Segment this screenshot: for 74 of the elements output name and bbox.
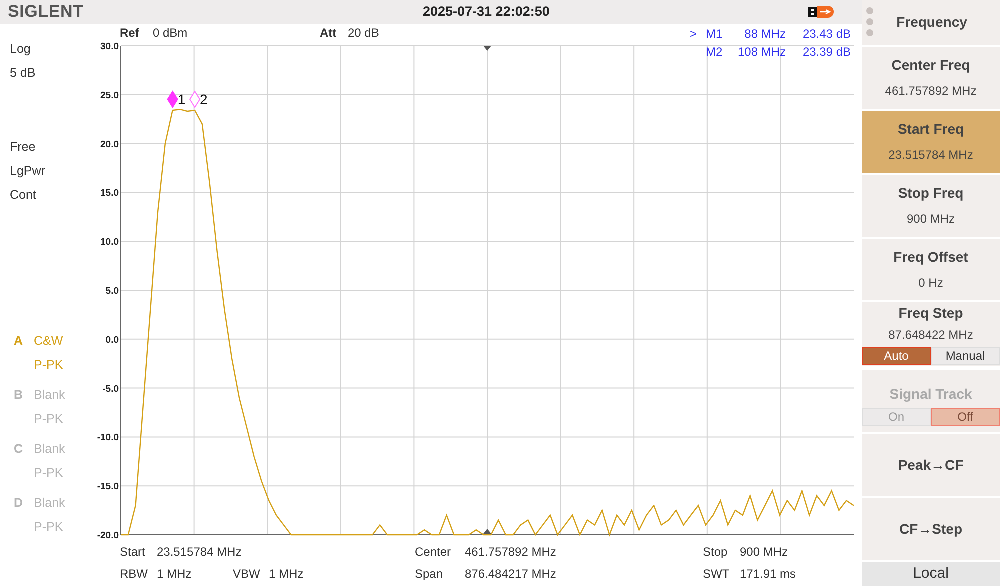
sweep-time-value: 171.91 ms (740, 566, 796, 583)
center-value: 461.757892 MHz (465, 544, 556, 561)
vbw-label: VBW (233, 566, 262, 583)
marker-amplitude: 23.39 dB (802, 44, 851, 61)
softkey-label: Signal Track (888, 385, 974, 404)
axis-label: 0.0 (106, 334, 119, 346)
sweep-time-label: SWT (703, 566, 731, 583)
active-marker-pointer: > (690, 26, 698, 43)
trace-type: Blank (34, 387, 66, 404)
option-button[interactable]: Auto (862, 347, 931, 366)
softkey-button[interactable]: CF→Step (862, 498, 1000, 560)
span-label: Span (415, 566, 444, 583)
more-options-icon[interactable] (866, 7, 874, 38)
marker-name: M1 (706, 26, 724, 43)
attenuation-value: 20 dB (348, 25, 380, 42)
ref-label: Ref (120, 25, 140, 42)
option-button[interactable]: Manual (931, 347, 1000, 366)
marker-label: 1 (178, 92, 186, 108)
trace-type: Blank (34, 441, 66, 458)
center-marker-icon (484, 529, 492, 534)
trace-letter: C (14, 441, 24, 458)
start-value: 23.515784 MHz (157, 544, 242, 561)
trace-letter: B (14, 387, 24, 404)
axis-label: 20.0 (100, 139, 119, 150)
trace-detector: P-PK (34, 411, 64, 428)
remote-status: Local (862, 562, 1000, 586)
trace-detector: P-PK (34, 357, 64, 374)
menu-title: Frequency (896, 12, 968, 32)
vbw-value: 1 MHz (269, 566, 304, 583)
marker-frequency: 88 MHz (744, 26, 786, 43)
axis-label: 10.0 (100, 237, 119, 248)
span-value: 876.484217 MHz (465, 566, 556, 583)
axis-label: 5.0 (106, 286, 119, 297)
axis-label: -10.0 (97, 432, 119, 444)
stop-label: Stop (703, 544, 729, 561)
trace-letter: A (14, 333, 24, 350)
axis-label: -15.0 (97, 482, 119, 493)
trace-letter: D (14, 495, 24, 512)
center-label: Center (415, 544, 452, 561)
usb-icon (808, 5, 834, 19)
trace-type: C&W (34, 333, 64, 350)
trace-detector: P-PK (34, 465, 64, 482)
marker-name: M2 (706, 44, 724, 61)
axis-label: 15.0 (100, 188, 119, 200)
logo: SIGLENT (7, 2, 84, 22)
trigger-label: Free (10, 139, 37, 156)
center-marker-icon (484, 46, 492, 51)
axis-label: -20.0 (97, 530, 119, 540)
trace-type: Blank (34, 495, 66, 512)
rbw-value: 1 MHz (157, 566, 193, 583)
marker-label: 2 (200, 92, 208, 108)
axis-label: 25.0 (100, 90, 119, 102)
softkey-button[interactable]: Stop Freq 900 MHz (862, 174, 1000, 237)
start-label: Start (120, 544, 146, 561)
scale-division-label: 5 dB (10, 65, 37, 82)
softkey-button[interactable]: Peak→CF (862, 434, 1000, 496)
rbw-label: RBW (120, 566, 149, 583)
stop-value: 900 MHz (740, 544, 788, 561)
average-type-label: LgPwr (10, 163, 46, 180)
ref-value: 0 dBm (153, 25, 189, 42)
axis-label: -5.0 (102, 384, 119, 395)
softkey-button[interactable]: Freq Offset 0 Hz (862, 238, 1000, 300)
scale-type-label: Log (10, 41, 32, 58)
softkey-label: Freq Step (898, 304, 964, 324)
attenuation-label: Att (320, 25, 338, 42)
date-time: 2025-07-31 22:02:50 (423, 2, 550, 21)
marker-frequency: 108 MHz (736, 44, 786, 61)
trace-detector: P-PK (34, 519, 64, 536)
sweep-mode-label: Cont (10, 187, 38, 204)
marker-amplitude: 23.43 dB (802, 26, 851, 43)
softkey-button[interactable]: Center Freq 461.757892 MHz (862, 46, 1000, 109)
softkey-button[interactable]: Start Freq 23.515784 MHz (862, 110, 1000, 173)
softkey-value: 87.648422 MHz (888, 327, 974, 344)
axis-label: 30.0 (100, 42, 119, 52)
